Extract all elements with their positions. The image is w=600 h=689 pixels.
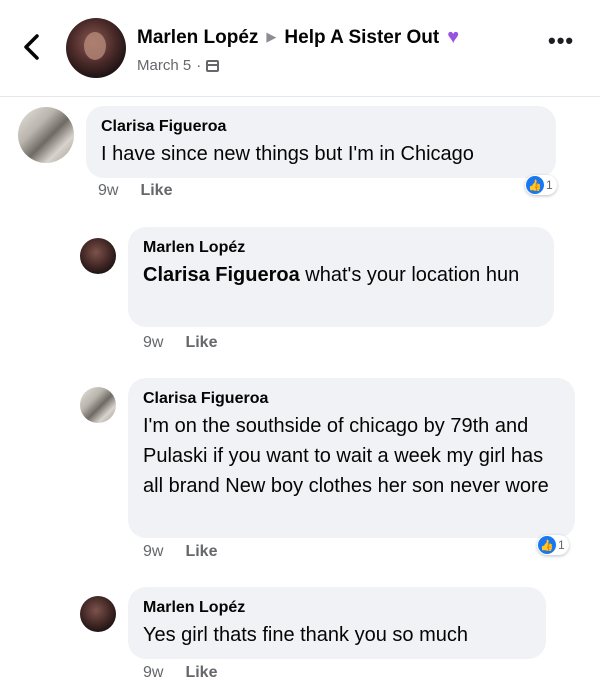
- like-button[interactable]: Like: [185, 664, 217, 681]
- comment-meta: 9w Like: [98, 182, 172, 200]
- post-title: Marlen Lopéz ▶ Help A Sister Out ♥: [137, 26, 459, 49]
- comment-bubble: Clarisa Figueroa I have since new things…: [86, 106, 556, 178]
- comment-text: Clarisa Figueroa what's your location hu…: [143, 260, 539, 290]
- comment-author[interactable]: Marlen Lopéz: [143, 599, 531, 617]
- mention-link[interactable]: Clarisa Figueroa: [143, 264, 300, 286]
- comment-meta: 9w Like: [143, 334, 217, 352]
- avatar[interactable]: [18, 107, 74, 163]
- calendar-icon: [206, 59, 220, 72]
- comment-author[interactable]: Marlen Lopéz: [143, 239, 539, 257]
- author-name[interactable]: Marlen Lopéz: [137, 27, 258, 49]
- more-dots-icon[interactable]: •••: [548, 30, 574, 52]
- comment-bubble: Marlen Lopéz Clarisa Figueroa what's you…: [128, 227, 554, 327]
- triangle-right-icon: ▶: [266, 28, 277, 44]
- like-button[interactable]: Like: [185, 543, 217, 560]
- reaction-badge[interactable]: 👍 1: [525, 175, 557, 195]
- post-header: Marlen Lopéz ▶ Help A Sister Out ♥ March…: [0, 0, 600, 96]
- avatar[interactable]: [80, 387, 116, 423]
- like-button[interactable]: Like: [185, 334, 217, 351]
- comment-author[interactable]: Clarisa Figueroa: [101, 118, 556, 136]
- reaction-count: 1: [546, 178, 553, 192]
- comment-text: Yes girl thats fine thank you so much: [143, 624, 468, 646]
- comment-bubble: Marlen Lopéz Yes girl thats fine thank y…: [128, 587, 546, 659]
- purple-heart-icon: ♥: [447, 26, 460, 48]
- comment-text: I'm on the southside of chicago by 79th …: [143, 415, 549, 497]
- comment-author[interactable]: Clarisa Figueroa: [143, 390, 560, 408]
- reaction-count: 1: [558, 538, 565, 552]
- comment-time[interactable]: 9w: [143, 664, 163, 681]
- like-button[interactable]: Like: [140, 182, 172, 199]
- comment-meta: 9w Like: [143, 543, 217, 561]
- meta-separator: ·: [196, 57, 202, 74]
- post-date[interactable]: March 5: [137, 57, 191, 74]
- comment-time[interactable]: 9w: [98, 182, 118, 199]
- back-chevron-icon[interactable]: [18, 30, 46, 64]
- author-avatar[interactable]: [66, 18, 126, 78]
- comment-bubble: Clarisa Figueroa I'm on the southside of…: [128, 378, 575, 538]
- comment-text-body: what's your location hun: [299, 264, 520, 286]
- avatar[interactable]: [80, 596, 116, 632]
- header-divider: [0, 96, 600, 97]
- like-thumb-icon: 👍: [538, 536, 556, 554]
- comment-meta: 9w Like: [143, 664, 217, 682]
- post-meta: March 5 ·: [137, 57, 220, 74]
- comment-time[interactable]: 9w: [143, 543, 163, 560]
- comment-text: I have since new things but I'm in Chica…: [101, 143, 474, 165]
- avatar[interactable]: [80, 238, 116, 274]
- comment-time[interactable]: 9w: [143, 334, 163, 351]
- reaction-badge[interactable]: 👍 1: [537, 535, 569, 555]
- group-name[interactable]: Help A Sister Out: [284, 27, 439, 49]
- like-thumb-icon: 👍: [526, 176, 544, 194]
